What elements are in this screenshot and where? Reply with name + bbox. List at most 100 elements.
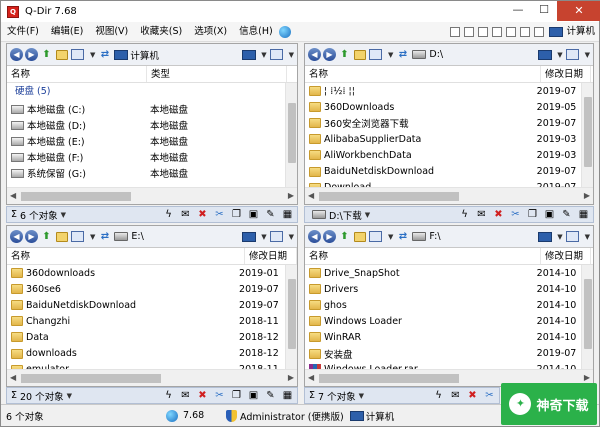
back-icon[interactable]: ◀ bbox=[10, 230, 23, 243]
rename-icon[interactable]: ✎ bbox=[264, 209, 277, 221]
layout-6-icon[interactable] bbox=[520, 26, 531, 37]
list-view-icon[interactable] bbox=[269, 49, 283, 60]
layout-7-icon[interactable] bbox=[534, 26, 545, 37]
file-row[interactable]: Windows Loader.rar2014-10 bbox=[305, 362, 581, 369]
vertical-scrollbar[interactable] bbox=[285, 265, 297, 369]
file-row[interactable]: ¦ ⁞½⁞ ¦¦ 2019-07 bbox=[305, 83, 581, 99]
vertical-scrollbar[interactable] bbox=[285, 83, 297, 187]
file-row[interactable]: Download2019-07 bbox=[305, 180, 581, 187]
column-header-0[interactable]: 名称 bbox=[305, 66, 541, 82]
scroll-left-icon[interactable]: ◀ bbox=[308, 373, 314, 382]
up-folder-icon[interactable]: ⬆ bbox=[338, 230, 351, 243]
scroll-right-icon[interactable]: ▶ bbox=[288, 373, 294, 382]
refresh-icon[interactable]: ⇄ bbox=[98, 230, 111, 243]
mail-icon[interactable]: ✉ bbox=[179, 390, 192, 402]
layout-5-icon[interactable] bbox=[506, 26, 517, 37]
file-row[interactable]: ghos 2014-10 bbox=[305, 297, 581, 313]
view-mode-icon[interactable] bbox=[369, 231, 382, 242]
scroll-thumb[interactable] bbox=[288, 103, 296, 163]
file-row[interactable]: BaiduNetdiskDownload 2019-07 bbox=[7, 297, 285, 313]
cut-icon[interactable]: ✂ bbox=[483, 390, 496, 402]
menu-location-label[interactable]: 计算机 bbox=[566, 22, 599, 42]
file-row[interactable]: 360Downloads 2019-05 bbox=[305, 99, 581, 115]
horizontal-scrollbar[interactable]: ◀ ▶ bbox=[305, 187, 593, 204]
rename-icon[interactable]: ✎ bbox=[264, 390, 277, 402]
column-header-0[interactable]: 名称 bbox=[7, 248, 245, 264]
file-row[interactable]: 本地磁盘 (E:) 本地磁盘 bbox=[7, 133, 285, 149]
layout-2-icon[interactable] bbox=[464, 26, 475, 37]
forward-icon[interactable]: ▶ bbox=[25, 48, 38, 61]
list-view-icon[interactable] bbox=[565, 49, 579, 60]
copy-icon[interactable]: ❐ bbox=[230, 390, 243, 402]
file-row[interactable]: AliWorkbenchData 2019-03 bbox=[305, 147, 581, 163]
scroll-left-icon[interactable]: ◀ bbox=[10, 373, 16, 382]
scroll-left-icon[interactable]: ◀ bbox=[10, 191, 16, 200]
column-header-0[interactable]: 名称 bbox=[7, 66, 147, 82]
address-bar[interactable]: 计算机 bbox=[114, 48, 242, 62]
list-dropdown-icon[interactable]: ▼ bbox=[289, 51, 294, 59]
forward-icon[interactable]: ▶ bbox=[25, 230, 38, 243]
up-folder-icon[interactable]: ⬆ bbox=[338, 48, 351, 61]
refresh-icon[interactable]: ⇄ bbox=[396, 230, 409, 243]
file-row[interactable]: 360安全浏览器下载 2019-07 bbox=[305, 115, 581, 131]
scroll-thumb[interactable] bbox=[584, 279, 592, 349]
copy-icon[interactable]: ❐ bbox=[230, 209, 243, 221]
view-dropdown-icon[interactable]: ▼ bbox=[388, 51, 393, 59]
scroll-right-icon[interactable]: ▶ bbox=[584, 191, 590, 200]
mail-icon[interactable]: ✉ bbox=[449, 390, 462, 402]
scroll-right-icon[interactable]: ▶ bbox=[584, 373, 590, 382]
up-folder-icon[interactable]: ⬆ bbox=[40, 230, 53, 243]
forward-icon[interactable]: ▶ bbox=[323, 48, 336, 61]
delete-icon[interactable]: ✖ bbox=[492, 209, 505, 221]
column-header-1[interactable]: 修改日期 bbox=[541, 248, 591, 264]
file-row[interactable]: downloads 2018-12 bbox=[7, 345, 285, 361]
file-row[interactable]: 本地磁盘 (F:) 本地磁盘 bbox=[7, 149, 285, 165]
close-button[interactable]: ✕ bbox=[557, 1, 600, 21]
mail-icon[interactable]: ✉ bbox=[475, 209, 488, 221]
address-bar[interactable]: E:\ bbox=[114, 231, 242, 242]
file-row[interactable]: 360downloads 2019-01 bbox=[7, 265, 285, 281]
file-row[interactable]: 360se6 2019-07 bbox=[7, 281, 285, 297]
scroll-right-icon[interactable]: ▶ bbox=[288, 191, 294, 200]
list-dropdown-icon[interactable]: ▼ bbox=[289, 233, 294, 241]
view-mode-icon[interactable] bbox=[71, 49, 84, 60]
filter-icon[interactable]: ϟ bbox=[162, 209, 175, 221]
address-bar[interactable]: D:\ bbox=[412, 49, 538, 60]
menu-item[interactable]: 文件(F) bbox=[1, 22, 45, 42]
delete-icon[interactable]: ✖ bbox=[466, 390, 479, 402]
menu-item[interactable]: 信息(H) bbox=[233, 22, 279, 42]
scroll-thumb[interactable] bbox=[319, 192, 459, 201]
menu-item[interactable]: 选项(X) bbox=[188, 22, 233, 42]
monitor-button-icon[interactable] bbox=[242, 49, 257, 60]
monitor-button-icon[interactable] bbox=[538, 231, 553, 242]
monitor-dropdown-icon[interactable]: ▼ bbox=[261, 51, 266, 59]
maximize-button[interactable]: ☐ bbox=[531, 1, 557, 21]
status-dropdown-icon[interactable]: ▼ bbox=[365, 211, 370, 219]
scroll-left-icon[interactable]: ◀ bbox=[308, 191, 314, 200]
menu-item[interactable]: 视图(V) bbox=[89, 22, 134, 42]
file-row[interactable]: AlibabaSupplierData 2019-03 bbox=[305, 131, 581, 147]
title-bar[interactable]: Q Q-Dir 7.68 — ☐ ✕ bbox=[1, 1, 600, 22]
new-folder-icon[interactable] bbox=[354, 231, 366, 242]
refresh-icon[interactable]: ⇄ bbox=[98, 48, 111, 61]
layout-4-icon[interactable] bbox=[492, 26, 503, 37]
column-header-1[interactable]: 类型 bbox=[147, 66, 287, 82]
view-mode-icon[interactable] bbox=[369, 49, 382, 60]
scroll-thumb[interactable] bbox=[21, 192, 131, 201]
filter-icon[interactable]: ϟ bbox=[162, 390, 175, 402]
layout-3-icon[interactable] bbox=[478, 26, 489, 37]
file-row[interactable]: WinRAR 2014-10 bbox=[305, 329, 581, 345]
file-row[interactable]: emulator2018-11 bbox=[7, 362, 285, 369]
rename-icon[interactable]: ✎ bbox=[560, 209, 573, 221]
paste-icon[interactable]: ▣ bbox=[543, 209, 556, 221]
file-row[interactable]: 本地磁盘 (D:) 本地磁盘 bbox=[7, 117, 285, 133]
monitor-dropdown-icon[interactable]: ▼ bbox=[557, 233, 562, 241]
filter-icon[interactable]: ϟ bbox=[458, 209, 471, 221]
delete-icon[interactable]: ✖ bbox=[196, 209, 209, 221]
menu-item[interactable]: 收藏夹(S) bbox=[134, 22, 188, 42]
file-row[interactable]: 系统保留 (G:) 本地磁盘 bbox=[7, 165, 285, 181]
new-folder-icon[interactable] bbox=[354, 49, 366, 60]
column-header-0[interactable]: 名称 bbox=[305, 248, 541, 264]
vertical-scrollbar[interactable] bbox=[581, 83, 593, 187]
group-header[interactable]: 硬盘 (5) bbox=[7, 83, 285, 101]
